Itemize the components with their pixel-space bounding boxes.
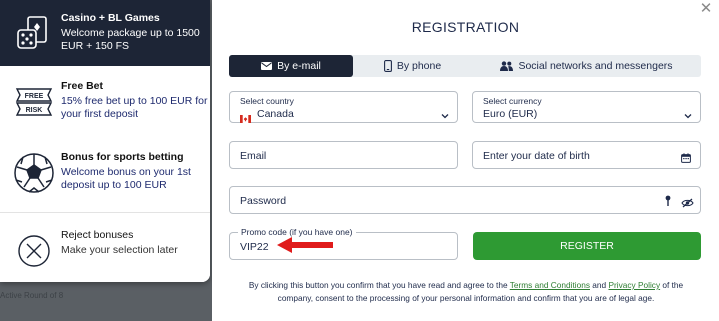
bonus-title: Bonus for sports betting bbox=[61, 151, 184, 163]
bonus-option-reject[interactable]: Reject bonuses Make your selection later bbox=[0, 212, 210, 282]
phone-icon bbox=[383, 60, 392, 72]
bonus-desc-line: your first deposit bbox=[61, 108, 139, 120]
eye-hidden-icon[interactable] bbox=[681, 195, 694, 208]
password-placeholder: Password bbox=[240, 195, 287, 207]
currency-select[interactable]: Select currency Euro (EUR) bbox=[472, 91, 701, 123]
bonus-desc-line: Make your selection later bbox=[61, 244, 178, 256]
country-label: Select country bbox=[240, 96, 294, 106]
date-of-birth-field[interactable]: Enter your date of birth bbox=[472, 141, 701, 169]
close-icon[interactable]: ✕ bbox=[699, 1, 713, 16]
legal-and: and bbox=[589, 280, 609, 290]
tab-label: By e-mail bbox=[277, 60, 321, 72]
tab-label: By phone bbox=[396, 60, 442, 72]
country-value: Canada bbox=[257, 108, 294, 120]
legal-prefix: By clicking this button you confirm that… bbox=[248, 280, 510, 290]
icon-text-risk: RISK bbox=[26, 107, 43, 114]
bonus-desc-line: deposit up to 100 EUR bbox=[61, 179, 167, 191]
background-footer-text: Active Round of 8 bbox=[0, 291, 64, 300]
chevron-down-icon bbox=[441, 107, 449, 119]
chevron-down-icon bbox=[684, 107, 692, 119]
country-select[interactable]: Select country Canada bbox=[229, 91, 458, 123]
people-icon bbox=[500, 61, 514, 71]
tab-by-phone[interactable]: By phone bbox=[353, 55, 472, 77]
promo-code-value: VIP22 bbox=[240, 241, 269, 253]
currency-value: Euro (EUR) bbox=[483, 108, 538, 120]
close-circle-icon bbox=[12, 229, 56, 273]
bonus-desc-line: Welcome bonus on your 1st bbox=[61, 166, 191, 178]
email-field[interactable]: Email bbox=[229, 141, 458, 169]
registration-tabs: By e-mail By phone Social networks and m… bbox=[229, 55, 701, 77]
dialog-title: REGISTRATION bbox=[411, 19, 520, 35]
soccer-ball-icon bbox=[12, 151, 56, 195]
key-icon[interactable] bbox=[664, 194, 672, 206]
bonus-title: Reject bonuses bbox=[61, 229, 134, 241]
icon-text-free: FREE bbox=[25, 93, 44, 100]
bonus-panel: Casino + BL Games Welcome package up to … bbox=[0, 0, 210, 282]
dice-cards-icon bbox=[12, 12, 56, 56]
terms-link[interactable]: Terms and Conditions bbox=[510, 280, 590, 290]
tab-social-networks[interactable]: Social networks and messengers bbox=[472, 55, 701, 77]
free-risk-ticket-icon: FREE RISK bbox=[12, 80, 56, 124]
calendar-icon[interactable] bbox=[681, 150, 691, 163]
dob-placeholder: Enter your date of birth bbox=[483, 150, 590, 162]
envelope-icon bbox=[261, 62, 273, 70]
bonus-title: Free Bet bbox=[61, 80, 104, 92]
privacy-policy-link[interactable]: Privacy Policy bbox=[608, 280, 660, 290]
register-button[interactable]: REGISTER bbox=[473, 232, 701, 260]
red-arrow-annotation bbox=[277, 237, 333, 253]
bonus-desc-line: Welcome package up to 1500 bbox=[61, 27, 200, 39]
currency-label: Select currency bbox=[483, 96, 542, 106]
promo-label: Promo code (if you have one) bbox=[238, 227, 356, 237]
bonus-desc-line: 15% free bet up to 100 EUR for bbox=[61, 95, 208, 107]
bonus-desc-line: EUR + 150 FS bbox=[61, 40, 129, 52]
legal-notice: By clicking this button you confirm that… bbox=[236, 279, 696, 305]
password-field[interactable]: Password bbox=[229, 186, 701, 214]
registration-dialog: ✕ REGISTRATION By e-mail By phone Social… bbox=[212, 0, 719, 321]
email-placeholder: Email bbox=[240, 150, 267, 162]
tab-label: Social networks and messengers bbox=[518, 60, 673, 72]
bonus-option-sports[interactable]: Bonus for sports betting Welcome bonus o… bbox=[0, 151, 210, 195]
bonus-title: Casino + BL Games bbox=[61, 12, 160, 24]
bonus-option-free-bet[interactable]: FREE RISK Free Bet 15% free bet up to 10… bbox=[0, 80, 210, 124]
bonus-option-casino[interactable]: Casino + BL Games Welcome package up to … bbox=[0, 0, 210, 66]
tab-by-email[interactable]: By e-mail bbox=[229, 55, 353, 77]
canada-flag-icon bbox=[240, 110, 251, 123]
